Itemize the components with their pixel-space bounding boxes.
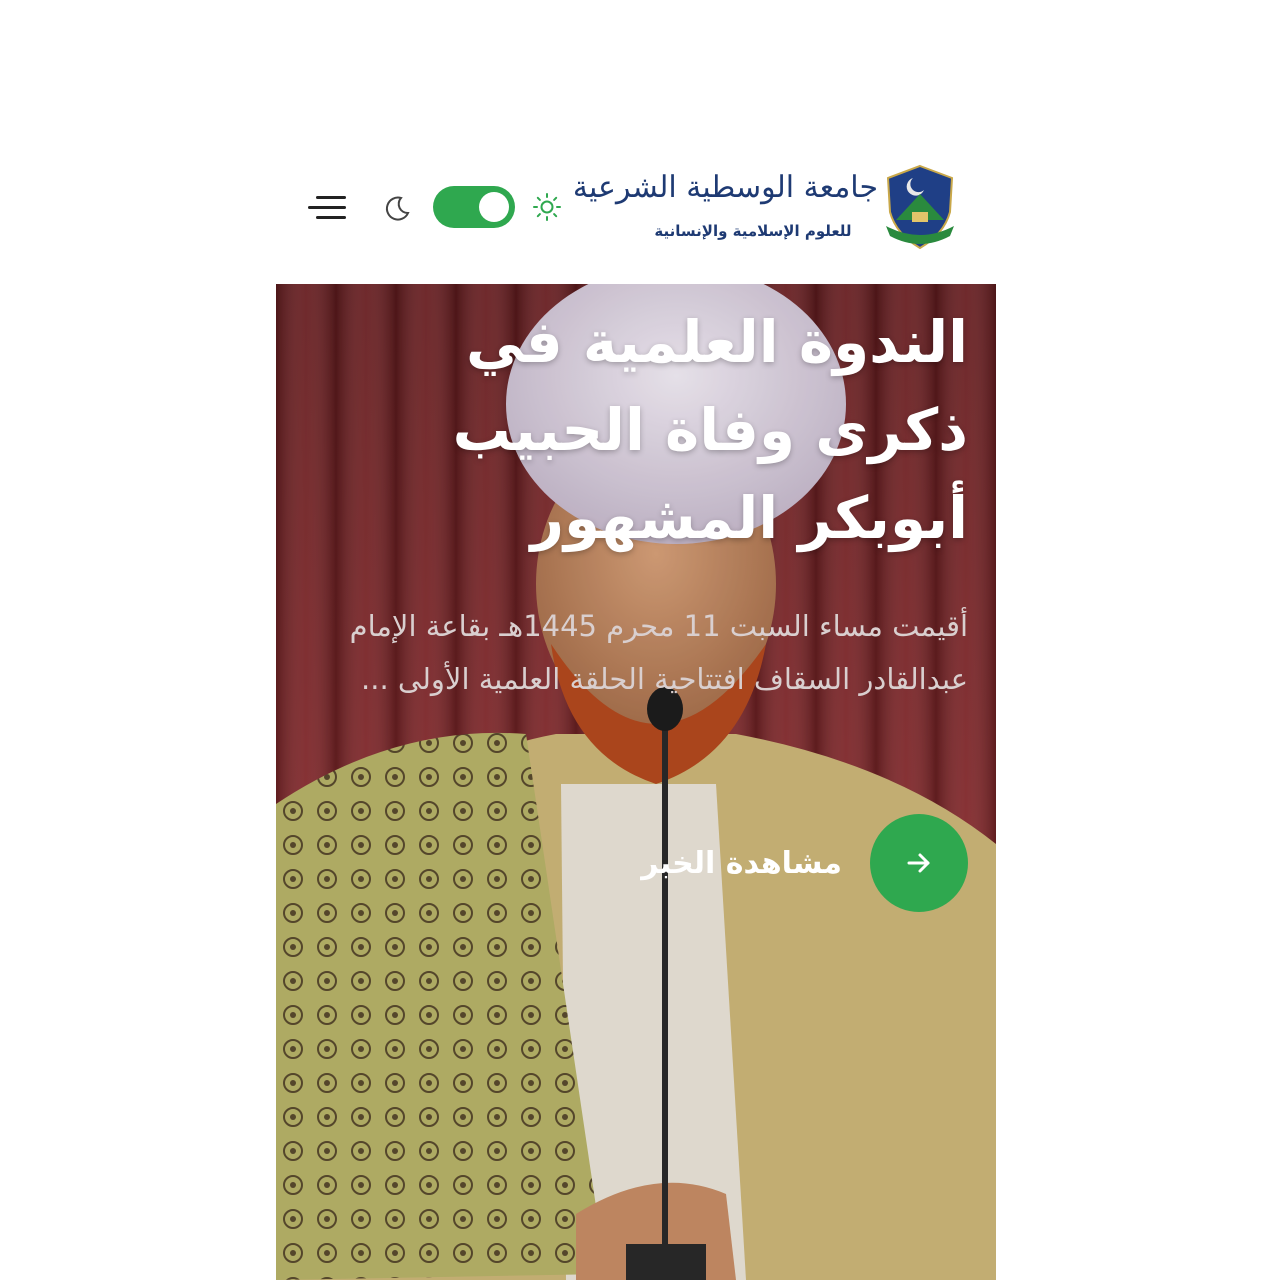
theme-toggle[interactable]	[433, 186, 515, 228]
hero-news-slide: الندوة العلمية في ذكرى وفاة الحبيب أبوبك…	[276, 284, 996, 1280]
logo-subtitle: للعلوم الإسلامية والإنسانية	[654, 222, 852, 240]
cta-label: مشاهدة الخبر	[641, 845, 842, 881]
university-logo[interactable]: جامعة الوسطية الشرعية للعلوم الإسلامية و…	[572, 164, 958, 250]
sun-icon[interactable]	[532, 192, 562, 222]
arrow-right-icon	[907, 853, 930, 873]
university-emblem-icon	[886, 164, 954, 250]
menu-line	[316, 196, 346, 199]
moon-icon[interactable]	[384, 194, 412, 222]
hero-title: الندوة العلمية في ذكرى وفاة الحبيب أبوبك…	[452, 308, 968, 552]
menu-button[interactable]	[306, 190, 350, 224]
site-header: جامعة الوسطية الشرعية للعلوم الإسلامية و…	[276, 150, 996, 270]
toggle-knob	[479, 192, 509, 222]
menu-line	[316, 216, 346, 219]
view-news-button[interactable]: مشاهدة الخبر	[641, 814, 968, 912]
menu-line	[308, 206, 346, 209]
logo-title: جامعة الوسطية الشرعية	[572, 170, 878, 205]
hero-excerpt: أقيمت مساء السبت 11 محرم 1445هـ بقاعة ال…	[349, 609, 968, 696]
cta-circle[interactable]	[870, 814, 968, 912]
